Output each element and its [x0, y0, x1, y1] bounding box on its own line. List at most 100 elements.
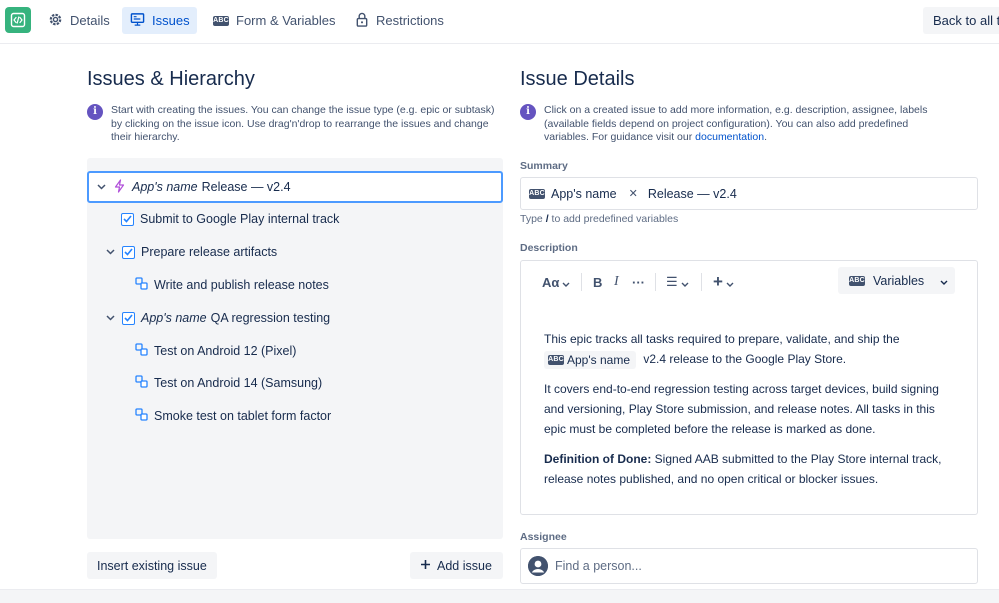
tree-item-subtask[interactable]: Test on Android 14 (Samsung): [135, 370, 322, 396]
insert-existing-issue-button[interactable]: Insert existing issue: [87, 552, 217, 579]
info-icon: i: [87, 104, 103, 120]
description-editor[interactable]: Aα B I ··· ☰ + ABC Variables This epic t…: [520, 260, 978, 515]
tree-item-task[interactable]: Submit to Google Play internal track: [121, 206, 339, 232]
variable-chip[interactable]: ABC App's name ✕: [529, 187, 642, 201]
issues-hierarchy-title: Issues & Hierarchy: [87, 68, 255, 90]
task-icon[interactable]: [122, 245, 135, 259]
tab-label: Restrictions: [376, 13, 444, 28]
hint-text: to add predefined variables: [551, 213, 679, 225]
details-info-message: i Click on a created issue to add more i…: [520, 104, 940, 145]
tree-item-subtask[interactable]: Write and publish release notes: [135, 272, 329, 298]
paragraph-text: v2.4 release to the Google Play Store.: [643, 352, 847, 366]
tab-details[interactable]: Details: [40, 7, 118, 34]
summary-input[interactable]: ABC App's name ✕ Release — v2.4: [520, 177, 978, 210]
variables-label: Variables: [873, 273, 925, 288]
chevron-down-icon[interactable]: [104, 315, 116, 321]
task-icon[interactable]: [121, 212, 134, 226]
chevron-down-icon: [940, 274, 948, 288]
toolbar-divider: [701, 273, 702, 291]
variable-prefix: App's name: [132, 180, 198, 194]
chevron-down-icon[interactable]: [104, 249, 116, 255]
tab-label: Details: [70, 13, 110, 28]
tree-item-label: Test on Android 14 (Samsung): [154, 376, 323, 390]
tree-item-label: Write and publish release notes: [154, 278, 329, 292]
lock-icon: [355, 12, 369, 30]
bottom-strip: [0, 589, 999, 603]
hint-key: /: [545, 213, 549, 225]
list-dropdown[interactable]: ☰: [666, 273, 689, 291]
tab-label: Issues: [152, 13, 190, 28]
subtask-icon[interactable]: [135, 375, 148, 391]
description-content[interactable]: This epic tracks all tasks required to p…: [544, 329, 956, 499]
text-style-dropdown[interactable]: Aα: [542, 273, 570, 291]
variable-prefix: App's name: [141, 311, 207, 325]
assignee-placeholder: Find a person...: [555, 559, 642, 573]
description-paragraph: It covers end-to-end regression testing …: [544, 382, 939, 436]
top-navigation: Details Issues ABC Form & Variables Rest…: [0, 0, 999, 44]
variable-chip-label: App's name: [567, 352, 630, 367]
tree-item-task[interactable]: App's name QA regression testing: [104, 305, 330, 331]
variables-dropdown-button[interactable]: ABC Variables: [838, 267, 955, 294]
abc-icon: ABC: [529, 188, 545, 199]
subtask-icon[interactable]: [135, 408, 148, 424]
definition-of-done-label: Definition of Done:: [544, 452, 652, 466]
summary-value: Release — v2.4: [647, 186, 737, 201]
bold-button[interactable]: B: [593, 273, 602, 291]
add-issue-label: Add issue: [437, 558, 492, 573]
abc-icon: ABC: [849, 275, 865, 286]
plus-icon: +: [713, 272, 723, 291]
list-icon: ☰: [666, 274, 678, 289]
task-icon[interactable]: [122, 311, 135, 325]
text-style-label: Aα: [542, 274, 560, 290]
description-paragraph: This epic tracks all tasks required to p…: [544, 329, 956, 369]
back-to-all-templates-button[interactable]: Back to all templates: [923, 7, 999, 34]
toolbar-divider: [581, 273, 582, 291]
paragraph-text: This epic tracks all tasks required to p…: [544, 332, 900, 346]
avatar-icon: [528, 556, 548, 576]
epic-icon[interactable]: [113, 178, 126, 196]
documentation-link[interactable]: documentation: [695, 131, 764, 143]
insert-dropdown[interactable]: +: [713, 272, 734, 291]
assignee-picker[interactable]: Find a person...: [520, 548, 978, 584]
chevron-down-icon[interactable]: [95, 184, 107, 190]
info-icon: i: [520, 104, 536, 120]
tab-label: Form & Variables: [236, 13, 336, 28]
italic-button[interactable]: I: [614, 273, 619, 291]
issue-details-title: Issue Details: [520, 68, 635, 90]
tree-item-task[interactable]: Prepare release artifacts: [104, 239, 277, 265]
tree-item-label: Submit to Google Play internal track: [140, 212, 340, 226]
summary-label: Summary: [520, 160, 568, 172]
editor-toolbar: Aα B I ··· ☰ + ABC Variables: [521, 261, 977, 303]
issues-info-message: i Start with creating the issues. You ca…: [87, 104, 507, 145]
tab-form-variables[interactable]: ABC Form & Variables: [205, 7, 343, 34]
tab-restrictions[interactable]: Restrictions: [347, 7, 452, 34]
tree-item-label: Release — v2.4: [201, 180, 291, 194]
toolbar-divider: [655, 273, 656, 291]
plus-icon: [420, 559, 431, 573]
tree-item-label: Test on Android 12 (Pixel): [154, 344, 297, 358]
tree-item-label: QA regression testing: [210, 311, 331, 325]
abc-icon: ABC: [213, 15, 229, 26]
variable-chip[interactable]: ABC App's name: [544, 350, 636, 369]
tree-item-label: Prepare release artifacts: [141, 245, 278, 259]
subtask-icon[interactable]: [135, 277, 148, 293]
close-icon[interactable]: ✕: [629, 187, 638, 200]
hint-text: Type: [520, 213, 543, 225]
chevron-down-icon: [681, 275, 689, 290]
tree-item-subtask[interactable]: Smoke test on tablet form factor: [135, 403, 331, 429]
summary-hint: Type / to add predefined variables: [520, 213, 678, 225]
chevron-down-icon: [726, 275, 734, 290]
info-text: Start with creating the issues. You can …: [111, 104, 495, 143]
tree-item-epic[interactable]: App's name Release — v2.4: [87, 171, 503, 203]
add-issue-button[interactable]: Add issue: [410, 552, 503, 579]
abc-icon: ABC: [548, 354, 564, 365]
description-paragraph: Definition of Done: Signed AAB submitted…: [544, 449, 956, 489]
tree-item-label: Smoke test on tablet form factor: [154, 409, 332, 423]
subtask-icon[interactable]: [135, 343, 148, 359]
gear-icon: [48, 12, 63, 30]
tab-issues[interactable]: Issues: [122, 7, 197, 34]
more-formatting-button[interactable]: ···: [632, 273, 645, 291]
assignee-label: Assignee: [520, 531, 567, 543]
app-logo-icon[interactable]: [5, 7, 31, 33]
tree-item-subtask[interactable]: Test on Android 12 (Pixel): [135, 338, 296, 364]
